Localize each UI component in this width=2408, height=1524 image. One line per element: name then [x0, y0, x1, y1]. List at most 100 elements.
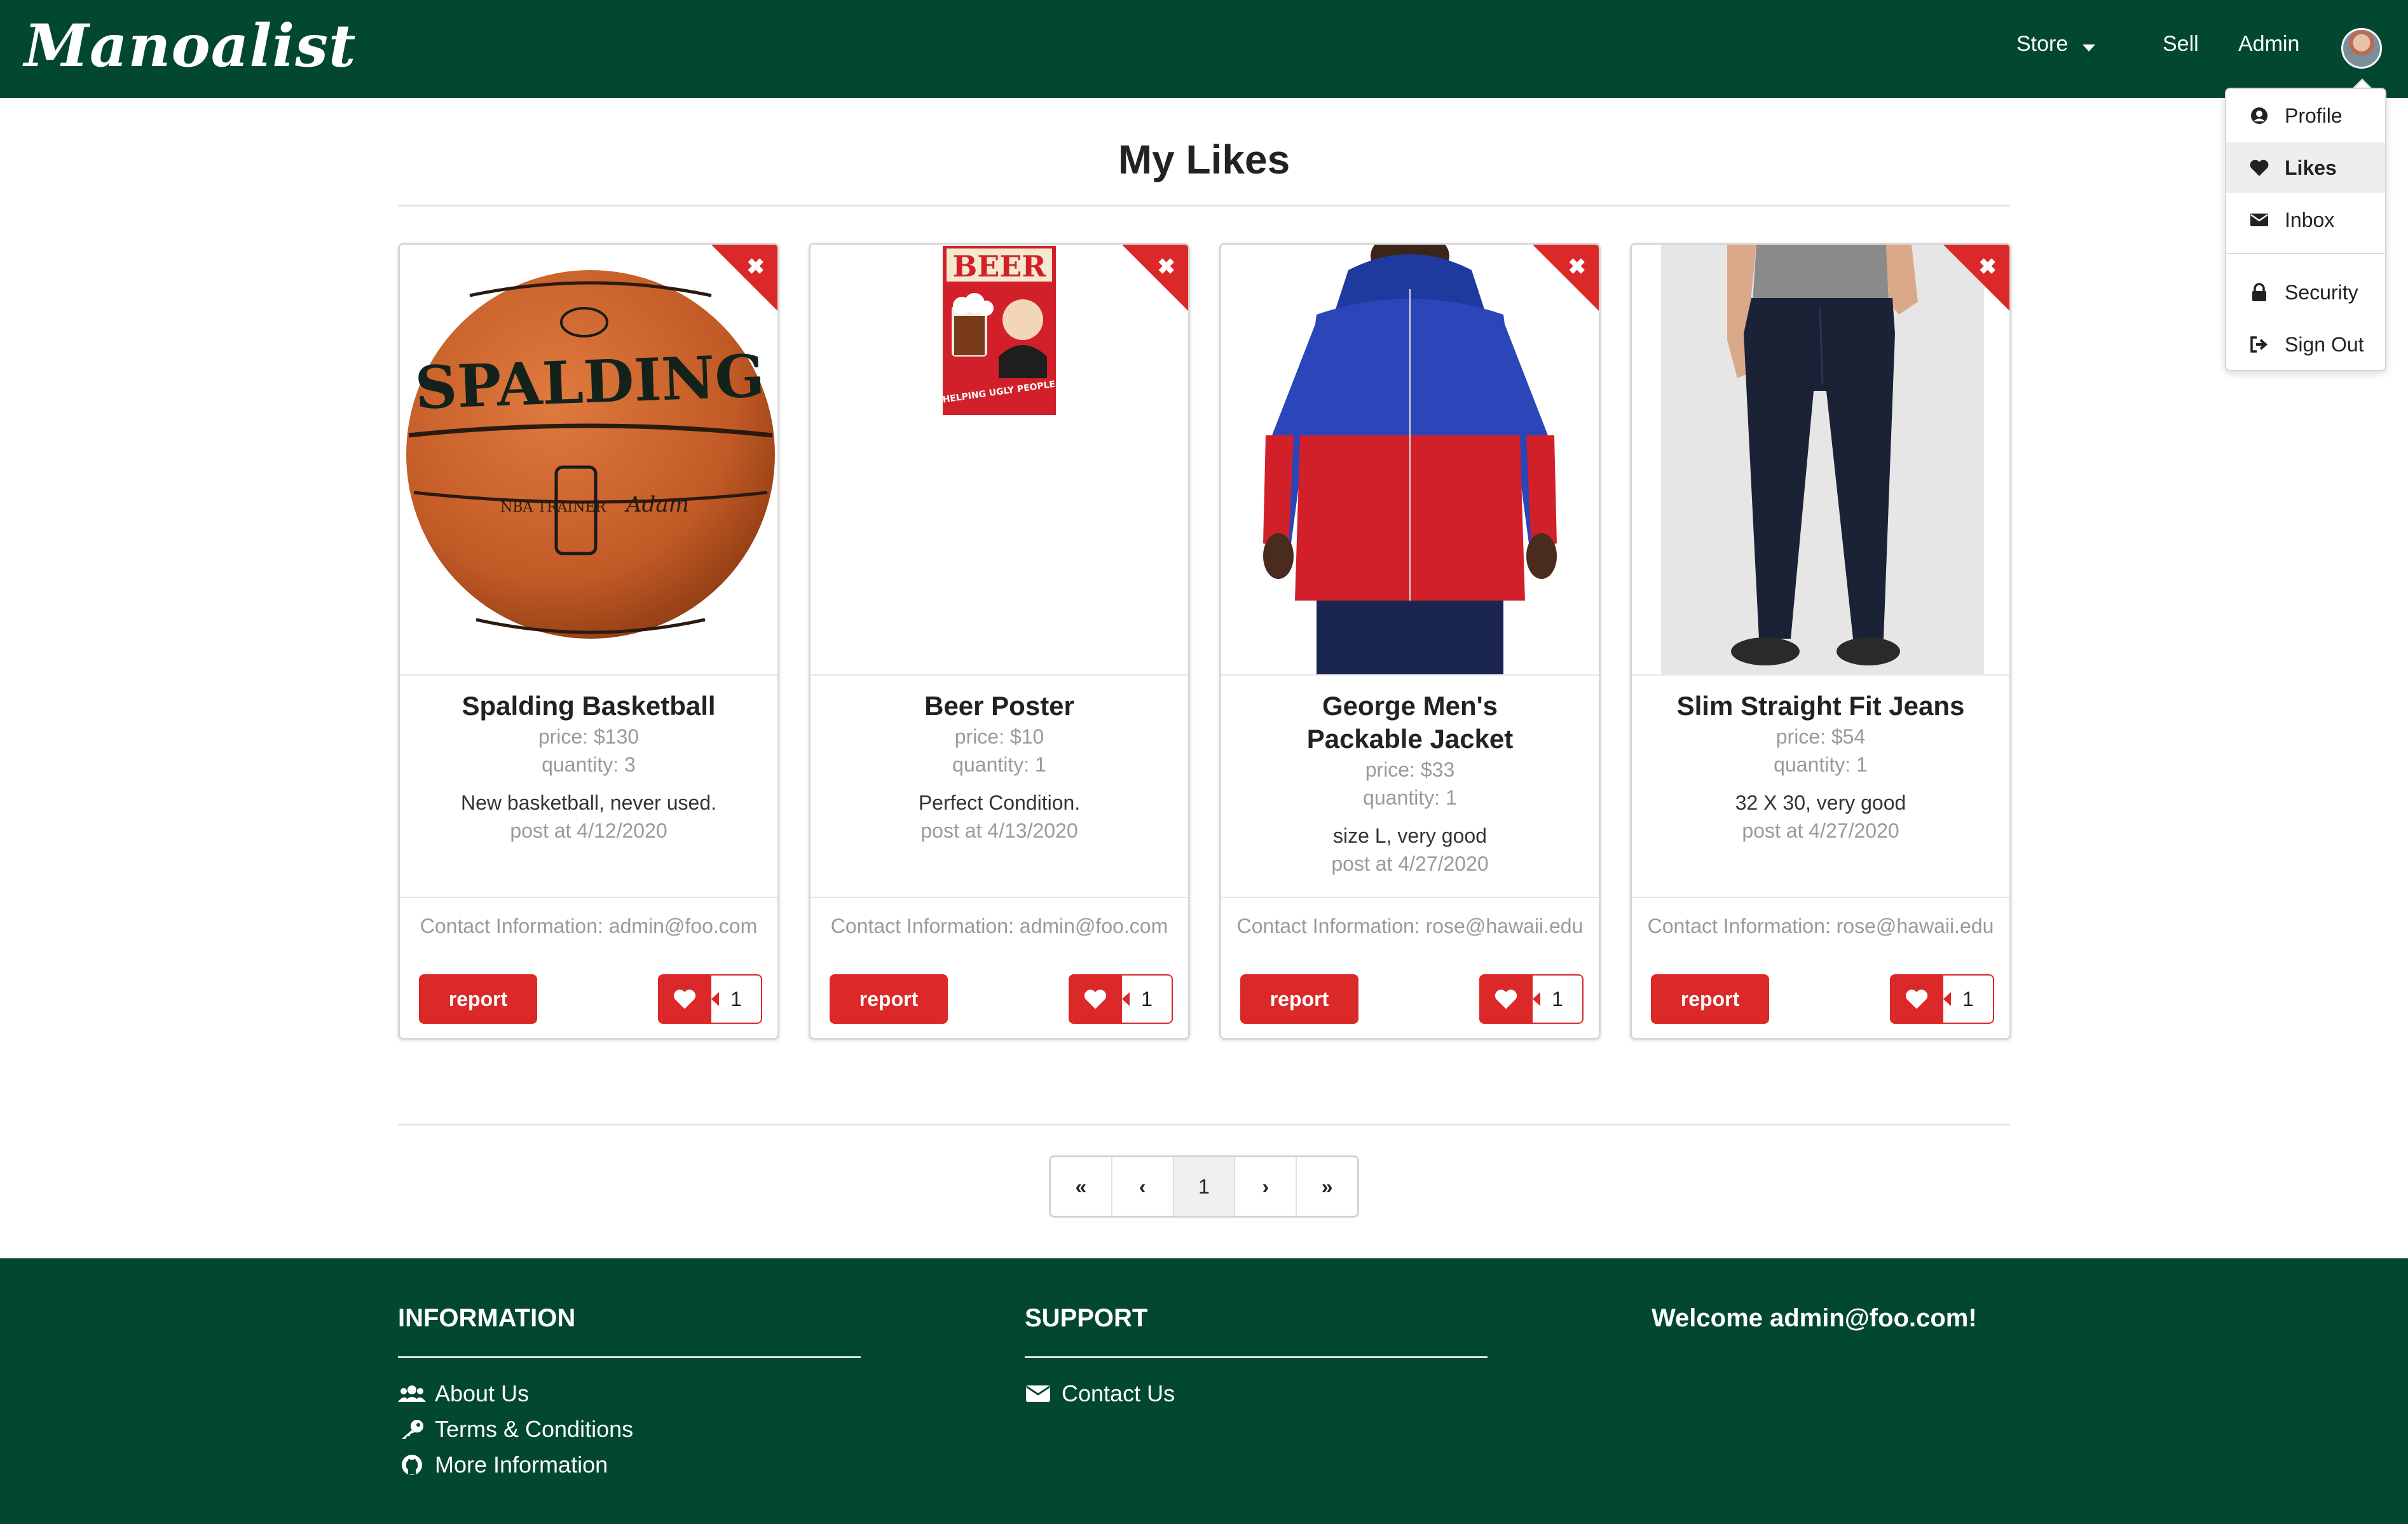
footer-link-contact-us[interactable]: Contact Us	[1025, 1380, 1175, 1407]
first-page-button[interactable]: «	[1051, 1157, 1112, 1216]
footer-support-rule	[1025, 1356, 1488, 1358]
like-count[interactable]: 1	[1943, 974, 1994, 1024]
footer-link-label: More Information	[435, 1452, 608, 1478]
svg-text:BEER: BEER	[952, 249, 1046, 283]
card-image-divider	[1632, 674, 2009, 676]
footer-link-more-information[interactable]: More Information	[398, 1452, 608, 1478]
product-title: Beer Poster	[924, 691, 1074, 721]
envelope-icon	[1026, 1385, 1050, 1402]
card-divider	[1632, 897, 2009, 898]
product-title: George Men's Packable Jacket	[1306, 691, 1514, 754]
title-divider	[398, 205, 2010, 207]
product-card: ✖ Slim Straight Fit Jeans price: $54 qua…	[1630, 243, 2011, 1040]
product-price: price: $130	[538, 725, 640, 748]
dropdown-item-label: Security	[2285, 280, 2358, 304]
dropdown-item-inbox[interactable]: Inbox	[2226, 194, 2385, 245]
next-page-button[interactable]: ›	[1235, 1157, 1297, 1216]
card-divider	[811, 897, 1188, 898]
product-card: BEER HELPING UGLY PEOPLE ✖ Beer Poster p…	[809, 243, 1190, 1040]
remove-like-corner[interactable]	[1943, 245, 2009, 311]
caret-down-icon[interactable]	[2083, 44, 2095, 51]
report-button[interactable]: report	[1651, 974, 1769, 1024]
card-image-divider	[1221, 674, 1599, 676]
footer-information-rule	[398, 1356, 861, 1358]
like-count[interactable]: 1	[1533, 974, 1584, 1024]
current-page-button[interactable]: 1	[1173, 1157, 1236, 1216]
dropdown-item-security[interactable]: Security	[2226, 267, 2385, 318]
remove-like-corner[interactable]	[711, 245, 777, 311]
pagination-divider	[398, 1124, 2010, 1126]
svg-text:Adam: Adam	[624, 492, 689, 517]
product-posted-date: post at 4/12/2020	[510, 819, 667, 842]
product-card: SPALDING NBA TRAINER Adam ✖ Spalding Bas…	[398, 243, 779, 1040]
product-description: New basketball, never used.	[461, 791, 716, 814]
dropdown-divider	[2226, 253, 2385, 254]
like-button[interactable]	[658, 974, 711, 1024]
navbar: Manoalist Store Sell Admin	[0, 0, 2408, 98]
footer-support-heading: SUPPORT	[1025, 1304, 1148, 1332]
product-posted-date: post at 4/27/2020	[1331, 852, 1489, 875]
dropdown-item-label: Inbox	[2285, 208, 2335, 231]
nav-sell-link[interactable]: Sell	[2163, 32, 2199, 57]
footer-link-label: Contact Us	[1062, 1380, 1175, 1406]
close-icon[interactable]: ✖	[1158, 256, 1176, 278]
like-button[interactable]	[1069, 974, 1122, 1024]
sign-out-icon	[2249, 334, 2269, 355]
users-icon	[398, 1385, 426, 1402]
product-quantity: quantity: 1	[1363, 786, 1457, 809]
report-button[interactable]: report	[830, 974, 948, 1024]
footer-link-label: Terms & Conditions	[435, 1416, 634, 1442]
dropdown-item-profile[interactable]: Profile	[2226, 90, 2385, 141]
dropdown-item-label: Sign Out	[2285, 332, 2364, 356]
like-count[interactable]: 1	[1122, 974, 1173, 1024]
svg-text:SPALDING: SPALDING	[414, 341, 766, 422]
product-quantity: quantity: 1	[952, 753, 1046, 776]
close-icon[interactable]: ✖	[1979, 256, 1997, 278]
product-price: price: $33	[1365, 758, 1455, 781]
close-icon[interactable]: ✖	[747, 256, 765, 278]
user-avatar[interactable]	[2341, 28, 2382, 69]
like-count[interactable]: 1	[711, 974, 762, 1024]
nav-store-menu[interactable]: Store	[2016, 32, 2068, 57]
product-price: price: $54	[1775, 725, 1866, 748]
heart-icon	[1905, 990, 1928, 1009]
product-description: size L, very good	[1333, 824, 1487, 847]
remove-like-corner[interactable]	[1533, 245, 1599, 311]
product-title: Spalding Basketball	[462, 691, 716, 721]
svg-text:NBA TRAINER: NBA TRAINER	[500, 500, 606, 515]
page-title: My Likes	[1118, 137, 1290, 182]
nav-admin-link[interactable]: Admin	[2238, 32, 2299, 57]
site-logo[interactable]: Manoalist	[24, 11, 357, 80]
like-button[interactable]	[1890, 974, 1943, 1024]
footer-link-about-us[interactable]: About Us	[398, 1380, 529, 1407]
close-icon[interactable]: ✖	[1568, 256, 1587, 278]
report-button[interactable]: report	[1240, 974, 1358, 1024]
footer-link-terms[interactable]: Terms & Conditions	[398, 1416, 633, 1443]
product-contact: Contact Information: admin@foo.com	[830, 915, 1168, 937]
product-description: Perfect Condition.	[918, 791, 1081, 814]
footer-link-label: About Us	[435, 1380, 530, 1406]
product-quantity: quantity: 1	[1774, 753, 1868, 776]
heart-icon	[1495, 990, 1517, 1009]
user-dropdown-menu: Profile Likes Inbox Security Sign Out	[2225, 88, 2386, 371]
card-image-divider	[400, 674, 777, 676]
product-title: Slim Straight Fit Jeans	[1676, 691, 1965, 721]
footer	[0, 1258, 2408, 1524]
dropdown-item-sign-out[interactable]: Sign Out	[2226, 319, 2385, 370]
prev-page-button[interactable]: ‹	[1112, 1157, 1174, 1216]
product-price: price: $10	[954, 725, 1044, 748]
lock-icon	[2249, 282, 2269, 303]
envelope-icon	[2249, 210, 2269, 230]
product-contact: Contact Information: rose@hawaii.edu	[1647, 915, 1994, 937]
like-button[interactable]	[1479, 974, 1533, 1024]
product-contact: Contact Information: rose@hawaii.edu	[1236, 915, 1584, 937]
key-icon	[402, 1420, 423, 1439]
footer-welcome-message: Welcome admin@foo.com!	[1652, 1304, 1977, 1332]
heart-icon	[1084, 990, 1107, 1009]
product-posted-date: post at 4/13/2020	[920, 819, 1078, 842]
remove-like-corner[interactable]	[1122, 245, 1188, 311]
footer-information-heading: INFORMATION	[398, 1304, 576, 1332]
last-page-button[interactable]: »	[1297, 1157, 1357, 1216]
product-posted-date: post at 4/27/2020	[1742, 819, 1899, 842]
report-button[interactable]: report	[419, 974, 537, 1024]
